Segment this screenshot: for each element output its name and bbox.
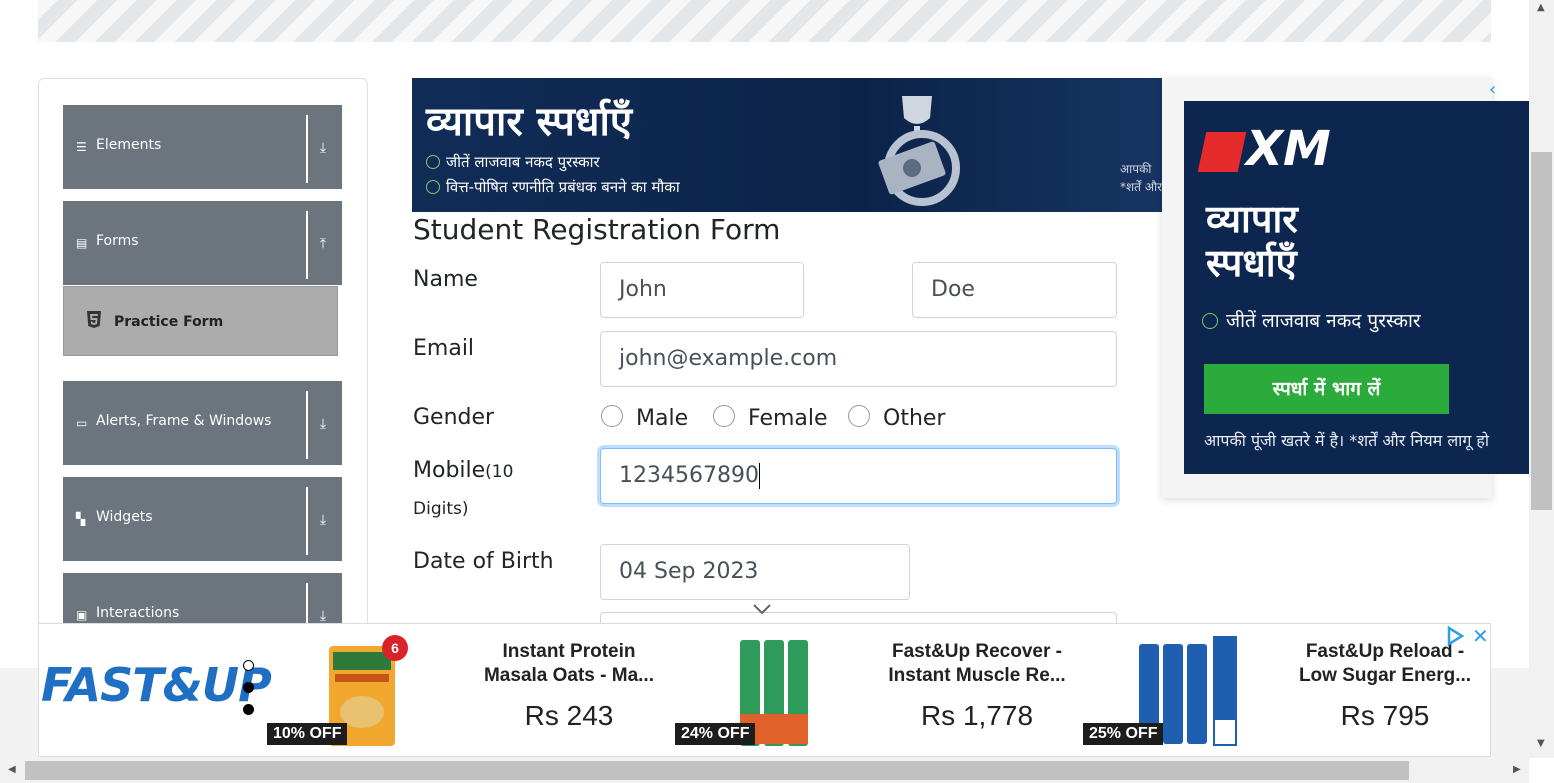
side-ad-line: जीतें लाजवाब नकद पुरस्कार — [1202, 307, 1421, 333]
discount-badge: 24% OFF — [675, 723, 756, 745]
discount-badge: 25% OFF — [1083, 723, 1164, 745]
ad-line: जीतें लाजवाब नकद पुरस्कार — [426, 152, 600, 172]
bottom-ad[interactable]: FAST&UP 6 10% OFF Instant Protein Masala… — [38, 623, 1491, 757]
scroll-down-arrow-icon[interactable]: ▼ — [1537, 738, 1545, 749]
ad-title: व्यापार स्पर्धाएँ — [426, 99, 632, 145]
horizontal-scroll-thumb[interactable] — [25, 761, 1409, 780]
product-price: Rs 243 — [524, 700, 614, 731]
widgets-icon: ▚ — [76, 512, 86, 526]
side-ad-cta-button[interactable]: स्पर्धा में भाग लें — [1204, 364, 1449, 414]
ad-footnote: आपकी*शर्तें और नि — [1120, 162, 1162, 194]
last-name-input[interactable]: Doe — [912, 262, 1117, 318]
gender-other-label[interactable]: Other — [883, 406, 945, 431]
product-name[interactable]: Instant Protein Masala Oats - Ma... — [469, 640, 669, 688]
side-ad[interactable]: XM व्यापार स्पर्धाएँ जीतें लाजवाब नकद पुर… — [1184, 101, 1529, 474]
check-icon — [426, 155, 440, 169]
ad-line: वित्त-पोषित रणनीति प्रबंधक बनने का मौका — [426, 177, 680, 197]
date-of-birth-input[interactable]: 04 Sep 2023 — [600, 544, 910, 600]
trophy-icon — [878, 96, 960, 206]
carousel-dots[interactable] — [243, 660, 257, 726]
sidebar-item-practice-form[interactable]: Practice Form — [63, 286, 338, 356]
product-price: Rs 795 — [1340, 700, 1430, 731]
sidebar-group-alerts[interactable]: ▭ Alerts, Frame & Windows ⤓ — [63, 381, 342, 465]
gender-female-label[interactable]: Female — [748, 406, 828, 431]
sidebar-group-label: Widgets — [96, 509, 153, 525]
vertical-scroll-thumb[interactable] — [1531, 152, 1552, 510]
first-name-input[interactable]: John — [600, 262, 804, 318]
page-title: Student Registration Form — [413, 213, 781, 246]
adchoices-icon[interactable] — [1445, 626, 1465, 646]
carousel-dot[interactable] — [243, 682, 254, 693]
divider — [306, 211, 308, 279]
svg-text:6: 6 — [391, 640, 399, 656]
top-ad-banner[interactable]: व्यापार स्पर्धाएँ जीतें लाजवाब नकद पुरस्… — [412, 78, 1162, 212]
gender-male-label[interactable]: Male — [636, 406, 688, 431]
xm-logo: XM — [1197, 121, 1331, 177]
document-icon: ▤ — [76, 236, 88, 250]
fastup-logo: FAST&UP — [41, 658, 272, 712]
carousel-dot[interactable] — [243, 660, 254, 671]
ad-close-icon[interactable]: ‹ — [1489, 81, 1501, 99]
mobile-label: Mobile(10 Digits) — [413, 458, 514, 519]
menu-icon: ☰ — [76, 140, 87, 154]
discount-badge: 10% OFF — [267, 723, 348, 745]
expand-arrow-icon[interactable]: ⤓ — [314, 139, 332, 157]
window-icon: ▭ — [76, 416, 88, 430]
sidebar-group-label: Interactions — [96, 605, 180, 621]
side-ad-title: व्यापार स्पर्धाएँ — [1206, 197, 1298, 285]
gender-female-radio[interactable] — [713, 405, 735, 427]
gender-other-radio[interactable] — [848, 405, 870, 427]
sidebar-group-label: Elements — [96, 137, 162, 153]
mobile-input[interactable]: 1234567890 — [600, 448, 1117, 504]
collapse-arrow-icon[interactable]: ⤒ — [314, 235, 332, 253]
side-ad-footnote: आपकी पूंजी खतरे में है। *शर्तें और नियम … — [1204, 431, 1490, 450]
email-label: Email — [413, 336, 475, 361]
divider — [306, 487, 308, 555]
ad-close-icon[interactable]: ✕ — [1472, 626, 1490, 646]
divider — [306, 115, 308, 183]
chevron-down-icon[interactable] — [752, 602, 772, 616]
product-name[interactable]: Fast&Up Recover - Instant Muscle Re... — [877, 640, 1077, 688]
interactions-icon: ▣ — [76, 608, 88, 622]
sidebar-item-label: Practice Form — [114, 314, 224, 330]
sidebar-group-elements[interactable]: ☰ Elements ⤓ — [63, 105, 342, 189]
name-label: Name — [413, 267, 478, 292]
divider — [306, 391, 308, 459]
sidebar-group-forms[interactable]: ▤ Forms ⤒ — [63, 201, 342, 285]
sidebar-group-widgets[interactable]: ▚ Widgets ⤓ — [63, 477, 342, 561]
email-input[interactable]: john@example.com — [600, 331, 1117, 387]
carousel-dot[interactable] — [243, 704, 254, 715]
dob-label: Date of Birth — [413, 549, 554, 574]
sidebar-group-label: Forms — [96, 233, 139, 249]
html5-icon — [87, 311, 101, 328]
product-price: Rs 1,778 — [920, 700, 1034, 731]
top-decorative-banner — [38, 0, 1491, 42]
xm-logo-mark-icon — [1197, 132, 1247, 172]
check-icon — [426, 180, 440, 194]
gender-label: Gender — [413, 405, 495, 430]
text-cursor — [758, 463, 760, 489]
scroll-right-arrow-icon[interactable]: ▶ — [1513, 764, 1521, 775]
product-name[interactable]: Fast&Up Reload - Low Sugar Energ... — [1285, 640, 1485, 688]
gender-male-radio[interactable] — [601, 405, 623, 427]
expand-arrow-icon[interactable]: ⤓ — [314, 511, 332, 529]
sidebar-group-label: Alerts, Frame & Windows — [96, 413, 272, 429]
check-icon — [1202, 313, 1218, 329]
scroll-up-arrow-icon[interactable]: ▲ — [1537, 2, 1545, 13]
expand-arrow-icon[interactable]: ⤓ — [314, 415, 332, 433]
scroll-left-arrow-icon[interactable]: ◀ — [8, 764, 16, 775]
